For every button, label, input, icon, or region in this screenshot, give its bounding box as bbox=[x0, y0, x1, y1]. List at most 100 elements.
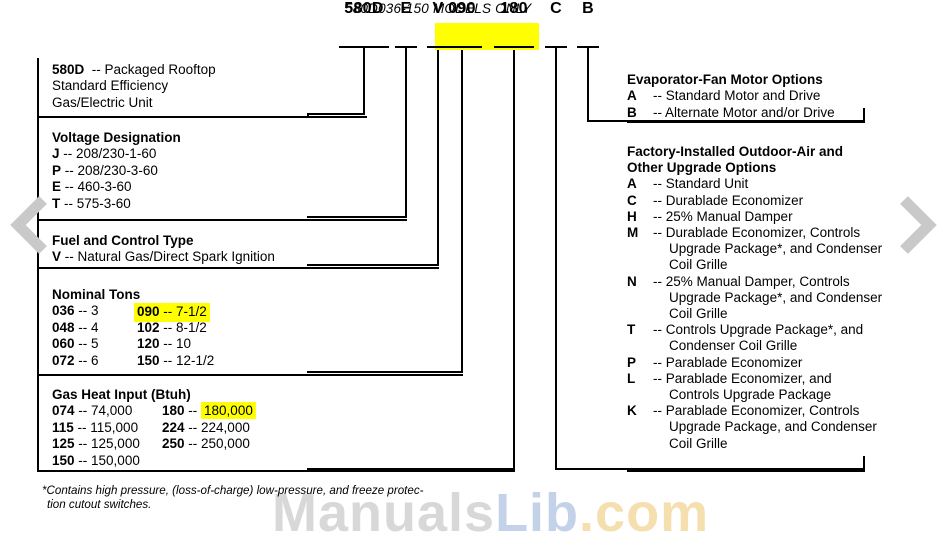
voltage-value-t: 575-3-60 bbox=[76, 195, 131, 211]
factory-option-k: K -- Parablade Economizer, Controls Upgr… bbox=[627, 403, 882, 452]
gas-heat-row: 125 -- 125,000 250 -- 250,000 bbox=[52, 436, 250, 452]
factory-desc-m-3: Coil Grille bbox=[669, 257, 728, 273]
nominal-tons-left-1: 048 -- 4 bbox=[52, 319, 99, 335]
gas-heat-left-value-3: 150,000 bbox=[91, 452, 140, 468]
connector-arm-580d bbox=[307, 113, 365, 115]
factory-option-l: L -- Parablade Economizer, and Controls … bbox=[627, 371, 882, 403]
factory-desc-t-2: Condenser Coil Grille bbox=[669, 338, 798, 354]
factory-desc-p-1: Parablade Economizer bbox=[665, 354, 803, 370]
next-page-chevron-icon[interactable] bbox=[893, 194, 937, 261]
factory-option-t: T -- Controls Upgrade Package*, and Cond… bbox=[627, 322, 882, 354]
connector-stem-v bbox=[437, 46, 439, 266]
gas-heat-left-code-1: 115 bbox=[52, 419, 74, 435]
fuel-title: Fuel and Control Type bbox=[52, 233, 194, 248]
gas-heat-row: 074 -- 74,000 180 -- 180,000 bbox=[52, 402, 256, 420]
factory-code-m: M bbox=[627, 225, 639, 241]
connector-stem-e bbox=[405, 46, 407, 218]
evap-fan-option-a: A -- Standard Motor and Drive bbox=[627, 88, 821, 104]
fuel-block: Fuel and Control Type V -- Natural Gas/D… bbox=[52, 233, 275, 266]
factory-desc-l-2: Controls Upgrade Package bbox=[669, 387, 832, 403]
nominal-tons-right-code-3: 150 bbox=[137, 352, 160, 368]
nominal-tons-right-value-3: 12-1/2 bbox=[176, 352, 215, 368]
gas-heat-right-0: 180 -- 180,000 bbox=[162, 402, 256, 420]
prev-page-chevron-icon[interactable] bbox=[10, 194, 54, 261]
factory-option-p: P -- Parablade Economizer bbox=[627, 354, 803, 370]
factory-option-m: M -- Durablade Economizer, Controls Upgr… bbox=[627, 225, 883, 273]
factory-title-line-1: Factory-Installed Outdoor-Air and bbox=[627, 144, 844, 159]
factory-desc-m-1: Durablade Economizer, Controls bbox=[665, 225, 861, 241]
nominal-tons-row: 072 -- 6 150 -- 12-1/2 bbox=[52, 352, 214, 369]
nominal-tons-left-3: 072 -- 6 bbox=[52, 352, 99, 368]
nominal-tons-right-code-1: 102 bbox=[137, 319, 160, 335]
factory-code-a: A bbox=[627, 176, 637, 192]
factory-options-block: Factory-Installed Outdoor-Air and Other … bbox=[627, 144, 882, 452]
evap-fan-code-b: B bbox=[627, 104, 637, 120]
unit-type-desc: -- Packaged Rooftop bbox=[91, 62, 216, 77]
connector-stem-c bbox=[555, 46, 557, 470]
evap-fan-code-a: A bbox=[627, 88, 637, 104]
code-segment-180[interactable]: 180 bbox=[495, 0, 533, 17]
gas-heat-left-1: 115 -- 115,000 bbox=[52, 419, 139, 435]
factory-code-n: N bbox=[627, 273, 637, 289]
divider-unit-type bbox=[37, 116, 367, 118]
underline-b bbox=[577, 46, 599, 48]
gas-heat-left-3: 150 -- 150,000 bbox=[52, 452, 140, 468]
nominal-tons-left-2: 060 -- 5 bbox=[52, 336, 99, 352]
gas-heat-left-value-0: 74,000 bbox=[91, 403, 133, 419]
factory-desc-a-1: Standard Unit bbox=[665, 176, 749, 192]
underline-e bbox=[395, 46, 417, 48]
factory-option-h: H -- 25% Manual Damper bbox=[627, 208, 793, 224]
voltage-item-t: T -- 575-3-60 bbox=[52, 195, 131, 211]
factory-desc-n-2: Upgrade Package*, and Condenser bbox=[669, 289, 883, 305]
connector-stem-b bbox=[587, 46, 589, 122]
gas-heat-left-code-2: 125 bbox=[52, 436, 75, 452]
unit-type-line-1: 580D -- Packaged Rooftop bbox=[52, 62, 216, 78]
connector-stem-580d bbox=[363, 46, 365, 115]
evap-fan-desc-a: Standard Motor and Drive bbox=[665, 88, 821, 104]
divider-evap-fan bbox=[627, 121, 865, 123]
factory-code-t: T bbox=[627, 322, 636, 338]
code-segment-090[interactable]: 090 bbox=[443, 0, 481, 17]
code-segment-b[interactable]: B bbox=[578, 0, 598, 17]
gas-heat-right-code-1: 224 bbox=[162, 419, 185, 435]
unit-type-line-2: Standard Efficiency bbox=[52, 78, 169, 94]
gas-heat-left-2: 125 -- 125,000 bbox=[52, 436, 140, 452]
voltage-code-e: E bbox=[52, 179, 62, 195]
nominal-tons-right-value-2: 10 bbox=[176, 336, 192, 352]
evap-fan-title: Evaporator-Fan Motor Options bbox=[627, 72, 823, 87]
footnote-line-2: tion cutout switches. bbox=[47, 498, 152, 511]
gas-heat-left-value-2: 125,000 bbox=[91, 436, 140, 452]
nomenclature-diagram: ManualsLib.com 580D036-150 MODELS ONLY 5… bbox=[0, 0, 951, 543]
nominal-tons-left-value-2: 5 bbox=[91, 336, 99, 352]
nominal-tons-left-value-3: 6 bbox=[91, 352, 99, 368]
factory-desc-h-1: 25% Manual Damper bbox=[665, 208, 793, 224]
gas-heat-left-0: 074 -- 74,000 bbox=[52, 403, 133, 419]
factory-option-a: A -- Standard Unit bbox=[627, 176, 749, 192]
voltage-item-p: P -- 208/230-3-60 bbox=[52, 162, 158, 178]
factory-option-n: N -- 25% Manual Damper, Controls Upgrade… bbox=[627, 273, 883, 322]
nominal-tons-right-value-0: 7-1/2 bbox=[176, 304, 207, 320]
nominal-tons-right-1: 102 -- 8-1/2 bbox=[137, 319, 207, 335]
nominal-tons-right-value-1: 8-1/2 bbox=[176, 319, 207, 335]
factory-desc-n-3: Coil Grille bbox=[669, 306, 728, 322]
code-segment-c[interactable]: C bbox=[546, 0, 566, 17]
factory-desc-k-1: Parablade Economizer, Controls bbox=[665, 403, 860, 419]
gas-heat-right-value-2: 250,000 bbox=[201, 436, 250, 452]
code-segment-580d[interactable]: 580D bbox=[340, 0, 388, 17]
gas-heat-left-code-0: 074 bbox=[52, 403, 75, 419]
divider-voltage bbox=[37, 219, 407, 221]
evap-fan-desc-b: Alternate Motor and/or Drive bbox=[665, 104, 835, 120]
evap-fan-block: Evaporator-Fan Motor Options A -- Standa… bbox=[627, 72, 835, 121]
gas-heat-row: 115 -- 115,000 224 -- 224,000 bbox=[52, 419, 250, 436]
gas-heat-left-code-3: 150 bbox=[52, 452, 75, 468]
factory-desc-m-2: Upgrade Package*, and Condenser bbox=[669, 241, 883, 257]
factory-code-k: K bbox=[627, 403, 637, 419]
voltage-item-j: J -- 208/230-1-60 bbox=[52, 146, 157, 162]
divider-nominal-tons bbox=[37, 374, 463, 376]
connector-tip-b bbox=[863, 108, 865, 122]
code-segment-e[interactable]: E bbox=[396, 0, 416, 17]
gas-heat-row: 150 -- 150,000 bbox=[52, 453, 191, 469]
nominal-tons-left-value-0: 3 bbox=[91, 303, 99, 319]
voltage-value-j: 208/230-1-60 bbox=[76, 146, 157, 162]
evap-fan-option-b: B -- Alternate Motor and/or Drive bbox=[627, 104, 835, 120]
